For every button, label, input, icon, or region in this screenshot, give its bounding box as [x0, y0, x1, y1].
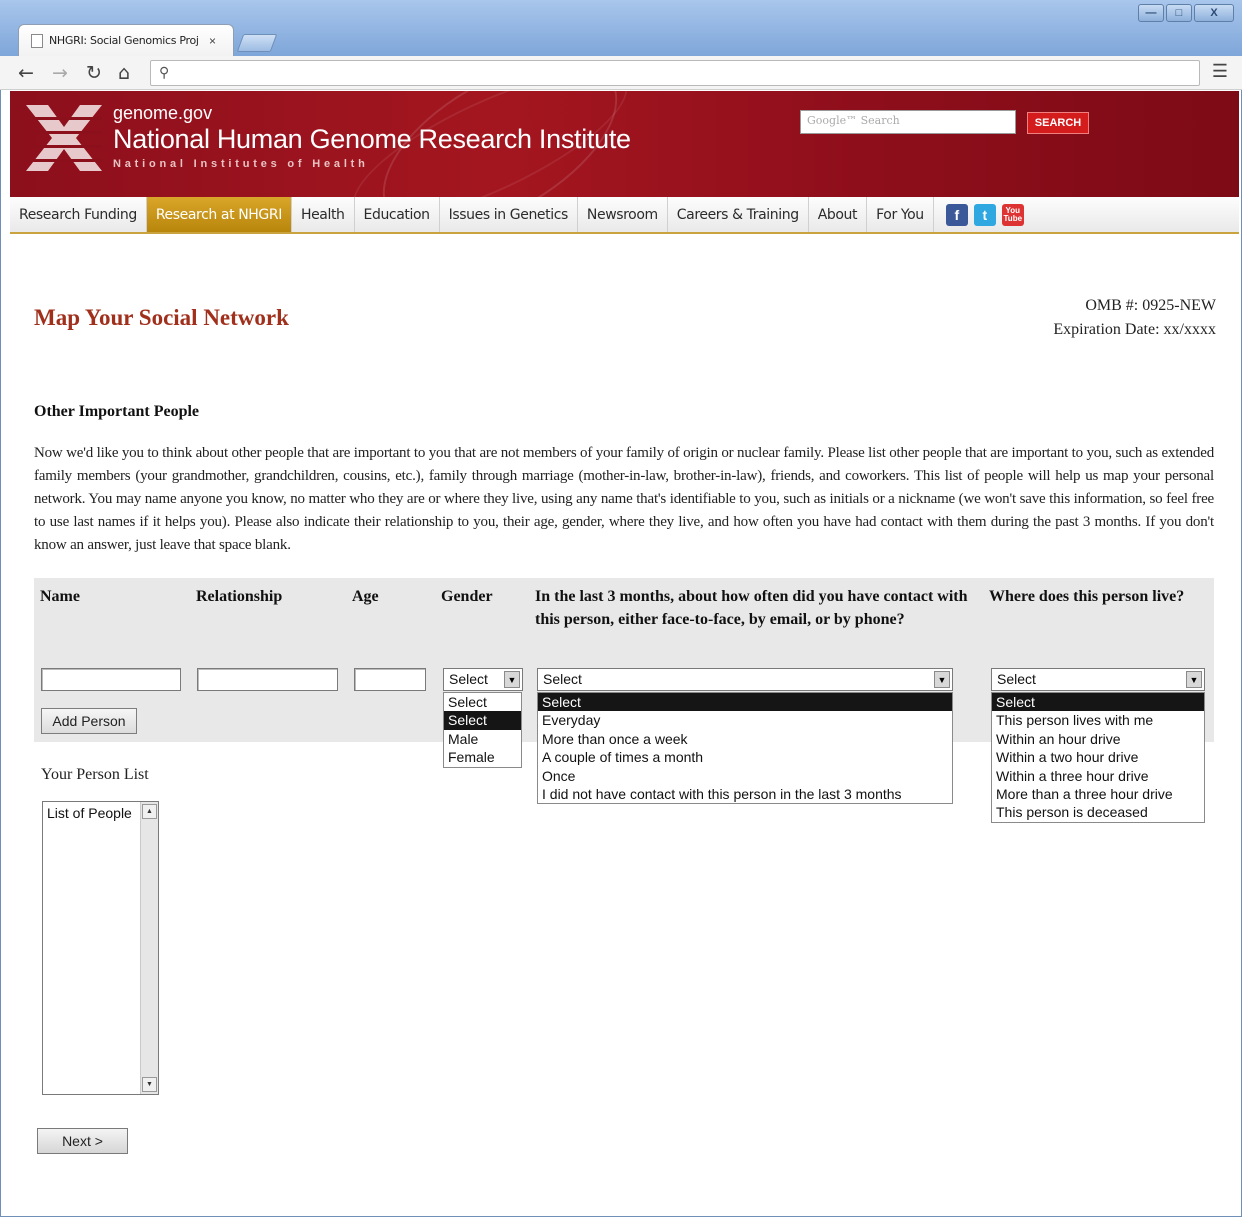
name-input[interactable]	[41, 668, 181, 691]
address-bar[interactable]: ⚲	[150, 60, 1200, 86]
nav-newsroom[interactable]: Newsroom	[578, 197, 668, 232]
residence-selected-value: Select	[997, 671, 1036, 687]
dropdown-option[interactable]: Once	[538, 767, 952, 785]
minimize-button[interactable]: —	[1138, 4, 1164, 22]
browser-tab[interactable]: NHGRI: Social Genomics Proj ×	[18, 24, 234, 56]
age-input[interactable]	[354, 668, 426, 691]
person-list-label: Your Person List	[41, 766, 149, 783]
chevron-down-icon[interactable]: ▼	[1186, 671, 1202, 688]
twitter-icon[interactable]: t	[973, 203, 996, 226]
nih-subtitle: National Institutes of Health	[113, 158, 369, 170]
chevron-down-icon[interactable]: ▼	[504, 671, 520, 688]
next-button[interactable]: Next >	[37, 1128, 128, 1154]
intro-paragraph: Now we'd like you to think about other p…	[34, 445, 1214, 553]
dropdown-option-highlighted[interactable]: Select	[444, 711, 521, 730]
nav-about[interactable]: About	[809, 197, 868, 232]
nav-health[interactable]: Health	[292, 197, 355, 232]
contact-selected-value: Select	[543, 671, 582, 687]
facebook-icon[interactable]: f	[945, 203, 968, 226]
scroll-down-icon[interactable]: ▼	[142, 1077, 157, 1092]
omb-number: OMB #: 0925-NEW	[1085, 297, 1216, 314]
page-title: Map Your Social Network	[34, 305, 289, 330]
maximize-button[interactable]: □	[1166, 4, 1192, 22]
section-title: Other Important People	[34, 403, 200, 420]
social-links: f t You Tube	[934, 197, 1024, 232]
nav-research-funding[interactable]: Research Funding	[10, 197, 147, 232]
omb-info: OMB #: 0925-NEW Expiration Date: xx/xxxx	[1053, 294, 1216, 342]
menu-icon[interactable]: ☰	[1212, 61, 1228, 82]
dropdown-option[interactable]: Within a two hour drive	[992, 748, 1204, 766]
scroll-up-icon[interactable]: ▲	[142, 804, 157, 819]
nav-issues-in-genetics[interactable]: Issues in Genetics	[440, 197, 578, 232]
gender-header: Gender	[441, 588, 493, 605]
residence-header: Where does this person live?	[989, 588, 1185, 605]
page-icon	[31, 33, 43, 48]
listbox-scrollbar[interactable]: ▲ ▼	[140, 802, 158, 1094]
google-search-input[interactable]: Google™ Search	[800, 110, 1016, 134]
gender-selected-value: Select	[449, 671, 488, 687]
dropdown-option[interactable]: Select	[444, 693, 521, 711]
close-tab-icon[interactable]: ×	[209, 34, 216, 48]
dropdown-option[interactable]: This person is deceased	[992, 803, 1204, 821]
chevron-down-icon[interactable]: ▼	[934, 671, 950, 688]
residence-dropdown: Select This person lives with me Within …	[991, 692, 1205, 823]
close-window-button[interactable]: X	[1194, 4, 1234, 22]
age-header: Age	[352, 588, 379, 605]
dropdown-option[interactable]: Female	[444, 748, 521, 766]
search-button[interactable]: SEARCH	[1027, 112, 1089, 134]
contact-frequency-dropdown: Select Everyday More than once a week A …	[537, 692, 953, 805]
search-icon: ⚲	[159, 64, 170, 80]
browser-titlebar: NHGRI: Social Genomics Proj × — □ X	[0, 0, 1242, 56]
site-navigation: Research Funding Research at NHGRI Healt…	[10, 197, 1239, 234]
contact-frequency-select[interactable]: Select ▼	[537, 668, 953, 691]
reload-icon[interactable]: ↻	[86, 62, 102, 84]
gender-select[interactable]: Select ▼	[443, 668, 523, 691]
relationship-header: Relationship	[196, 588, 283, 605]
add-person-button[interactable]: Add Person	[41, 708, 137, 734]
nav-careers-training[interactable]: Careers & Training	[668, 197, 809, 232]
youtube-icon[interactable]: You Tube	[1001, 203, 1024, 226]
window-controls: — □ X	[1138, 4, 1234, 22]
nav-for-you[interactable]: For You	[867, 197, 934, 232]
dropdown-option[interactable]: Within a three hour drive	[992, 767, 1204, 785]
site-domain[interactable]: genome.gov	[113, 103, 212, 124]
tab-title: NHGRI: Social Genomics Proj	[49, 34, 199, 47]
home-icon[interactable]: ⌂	[118, 62, 130, 84]
dropdown-option[interactable]: Everyday	[538, 711, 952, 729]
contact-frequency-header: In the last 3 months, about how often di…	[535, 588, 968, 628]
person-listbox[interactable]: List of People ▲ ▼	[42, 801, 159, 1095]
nhgri-logo-icon[interactable]	[26, 101, 102, 175]
residence-select[interactable]: Select ▼	[991, 668, 1205, 691]
dropdown-option[interactable]: Male	[444, 730, 521, 748]
dropdown-option-highlighted[interactable]: Select	[538, 693, 952, 712]
dropdown-option[interactable]: This person lives with me	[992, 711, 1204, 729]
institute-name[interactable]: National Human Genome Research Institute	[113, 124, 631, 155]
list-item[interactable]: List of People	[47, 805, 132, 821]
dropdown-option[interactable]: More than once a week	[538, 730, 952, 748]
dropdown-option[interactable]: Within an hour drive	[992, 730, 1204, 748]
dropdown-option[interactable]: More than a three hour drive	[992, 785, 1204, 803]
gender-dropdown: Select Select Male Female	[443, 692, 522, 768]
name-header: Name	[40, 588, 80, 605]
dropdown-option[interactable]: I did not have contact with this person …	[538, 785, 952, 803]
expiration-date: Expiration Date: xx/xxxx	[1053, 321, 1216, 338]
site-header: genome.gov National Human Genome Researc…	[10, 91, 1239, 197]
forward-arrow-icon[interactable]: →	[52, 62, 68, 84]
dropdown-option[interactable]: A couple of times a month	[538, 748, 952, 766]
nav-education[interactable]: Education	[355, 197, 440, 232]
new-tab-button[interactable]	[236, 34, 278, 52]
dropdown-option-highlighted[interactable]: Select	[992, 693, 1204, 712]
back-arrow-icon[interactable]: ←	[18, 62, 34, 84]
browser-toolbar: ← → ↻ ⌂ ⚲ ☰	[0, 56, 1242, 90]
nav-research-at-nhgri[interactable]: Research at NHGRI	[146, 197, 292, 232]
relationship-input[interactable]	[197, 668, 338, 691]
